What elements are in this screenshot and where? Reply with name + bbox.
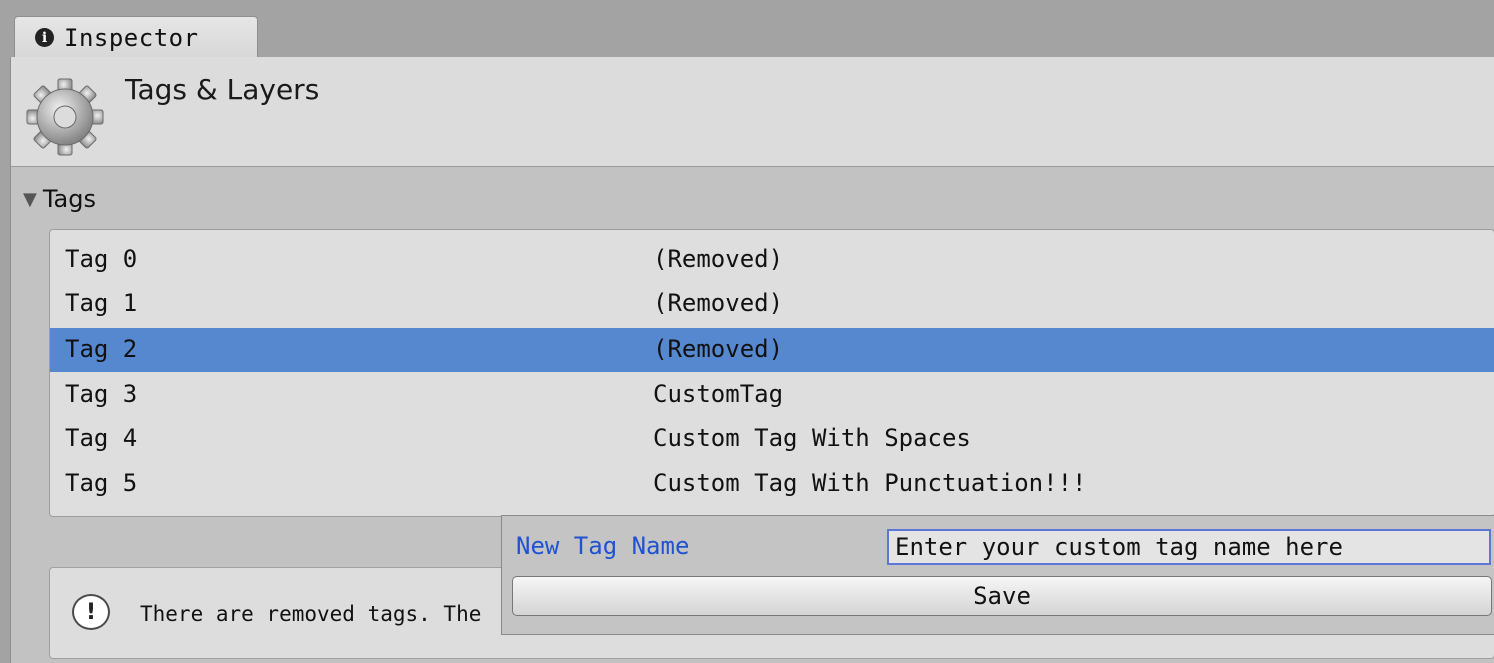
tag-name: Tag 4 [65, 424, 138, 452]
tags-section-foldout[interactable]: ▼ Tags [23, 185, 96, 213]
tag-name: Tag 1 [65, 289, 138, 317]
triangle-down-icon: ▼ [23, 188, 37, 210]
tag-name: Tag 0 [65, 245, 138, 273]
tag-value: CustomTag [653, 380, 784, 408]
tag-row-selected[interactable]: Tag 2 (Removed) [50, 328, 1494, 372]
tag-name: Tag 2 [65, 335, 138, 363]
new-tag-name-input[interactable] [887, 529, 1491, 565]
info-icon: i [35, 28, 54, 47]
tag-row[interactable]: Tag 3 CustomTag [50, 373, 1494, 417]
tag-value: (Removed) [653, 289, 784, 317]
inspector-header: Tags & Layers [11, 57, 1494, 167]
help-text: There are removed tags. The [140, 602, 482, 626]
gear-icon [26, 78, 104, 156]
new-tag-name-label: New Tag Name [516, 532, 690, 560]
tag-name: Tag 3 [65, 380, 138, 408]
save-button[interactable]: Save [512, 576, 1492, 616]
inspector-tab-label: Inspector [64, 23, 199, 52]
tag-value: (Removed) [653, 335, 784, 363]
tag-value: (Removed) [653, 245, 784, 273]
tags-section-label: Tags [42, 185, 96, 213]
tag-row[interactable]: Tag 5 Custom Tag With Punctuation!!! [50, 462, 1494, 506]
inspector-panel: Tags & Layers ▼ Tags Tag 0 (Removed) Tag… [10, 57, 1494, 663]
tags-list: Tag 0 (Removed) Tag 1 (Removed) Tag 2 (R… [49, 229, 1494, 517]
page-title: Tags & Layers [125, 73, 320, 106]
tag-name: Tag 5 [65, 469, 138, 497]
new-tag-popup: New Tag Name Save [501, 515, 1494, 635]
tag-value: Custom Tag With Spaces [653, 424, 971, 452]
warning-icon: ! [72, 594, 110, 630]
tag-row[interactable]: Tag 0 (Removed) [50, 238, 1494, 282]
tag-row[interactable]: Tag 1 (Removed) [50, 282, 1494, 326]
tag-value: Custom Tag With Punctuation!!! [653, 469, 1087, 497]
inspector-tab[interactable]: i Inspector [14, 16, 258, 58]
tag-row[interactable]: Tag 4 Custom Tag With Spaces [50, 417, 1494, 461]
